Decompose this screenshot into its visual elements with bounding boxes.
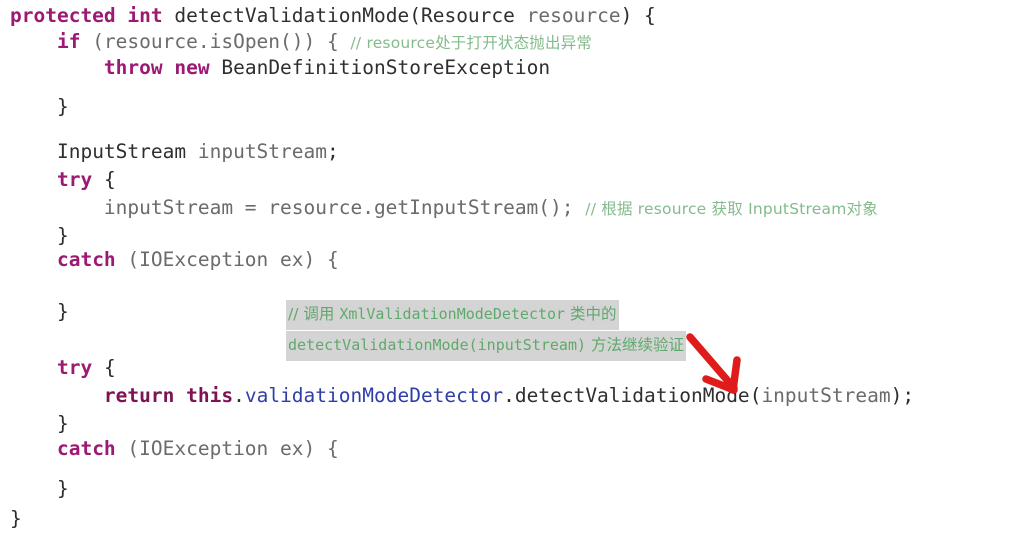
code-line-3: throw new BeanDefinitionStoreException [10,55,550,81]
closing-brace: } [56,95,69,118]
argument-inputstream: inputStream [761,384,891,407]
method-call-detect-validation-mode: detectValidationMode [514,384,750,407]
keyword-this: this [186,384,234,407]
code-line-16: catch (IOException ex) { [10,436,339,462]
if-condition-expression: (resource.isOpen()) { [80,30,351,53]
closing-brace: } [56,224,69,247]
open-paren: ( [409,4,421,27]
keyword-return: return [103,384,175,407]
code-line-6: InputStream inputStream; [10,139,339,165]
code-line-18: } [10,476,69,502]
code-line-9: } [10,223,69,249]
annotation-line-2: detectValidationMode(inputStream) 方法继续验证 [286,331,686,361]
code-line-10: catch (IOException ex) { [10,247,339,273]
code-line-13: try { [10,355,116,381]
keyword-int: int [127,4,163,27]
code-line-7: try { [10,167,116,193]
field-validation-mode-detector: validationModeDetector [244,384,504,407]
code-line-1: protected int detectValidationMode(Resou… [10,3,656,29]
catch-clause: (IOException ex) { [115,248,339,271]
inline-comment-resource-open: // resource处于打开状态抛出异常 [350,34,593,52]
annotation-line2-suffix: 方法继续验证 [586,336,684,354]
keyword-catch: catch [56,248,116,271]
keyword-try: try [56,168,93,191]
semicolon: ; [327,140,339,163]
close-paren-semicolon: ); [890,384,915,407]
keyword-catch: catch [56,437,116,460]
open-brace: { [92,356,116,379]
closing-brace: } [56,412,69,435]
code-line-14: return this.validationModeDetector.detec… [10,383,914,409]
catch-clause: (IOException ex) { [115,437,339,460]
annotation-line1-prefix: // 调用 [288,305,340,323]
open-brace: { [92,168,116,191]
dot: . [233,384,245,407]
closing-brace: } [56,477,69,500]
code-line-8: inputStream = resource.getInputStream();… [10,195,878,222]
annotation-line1-class-name: XmlValidationModeDetector [339,305,566,323]
keyword-try: try [56,356,93,379]
closing-brace: } [56,300,69,323]
variable-inputstream: inputStream [197,140,327,163]
type-inputstream: InputStream [56,140,187,163]
annotation-line2-method-signature: detectValidationMode(inputStream) [288,336,587,354]
inline-comment-get-inputstream: // 根据 resource 获取 InputStream对象 [585,200,878,218]
exception-type: BeanDefinitionStoreException [221,56,551,79]
code-screenshot: protected int detectValidationMode(Resou… [0,0,1023,541]
annotation-line-1: // 调用 XmlValidationModeDetector 类中的 [286,300,619,330]
code-line-4: } [10,94,69,120]
keyword-new: new [174,56,210,79]
keyword-throw: throw [103,56,163,79]
method-closing-brace: } [10,507,22,530]
keyword-protected: protected [10,4,116,27]
open-paren: ( [749,384,762,407]
annotation-comment-block: // 调用 XmlValidationModeDetector 类中的 dete… [286,300,686,361]
code-line-12: } [10,299,69,325]
param-type: Resource [420,4,515,27]
code-line-2: if (resource.isOpen()) { // resource处于打开… [10,29,592,56]
code-line-19: } [10,506,22,532]
keyword-if: if [56,30,81,53]
method-name-declaration: detectValidationMode [174,4,410,27]
code-line-15: } [10,411,69,437]
assignment-get-inputstream: inputStream = resource.getInputStream(); [103,196,574,219]
annotation-line1-suffix: 类中的 [565,305,617,323]
dot: . [503,384,515,407]
close-paren-brace: ) { [620,4,656,27]
param-name: resource [526,4,621,27]
